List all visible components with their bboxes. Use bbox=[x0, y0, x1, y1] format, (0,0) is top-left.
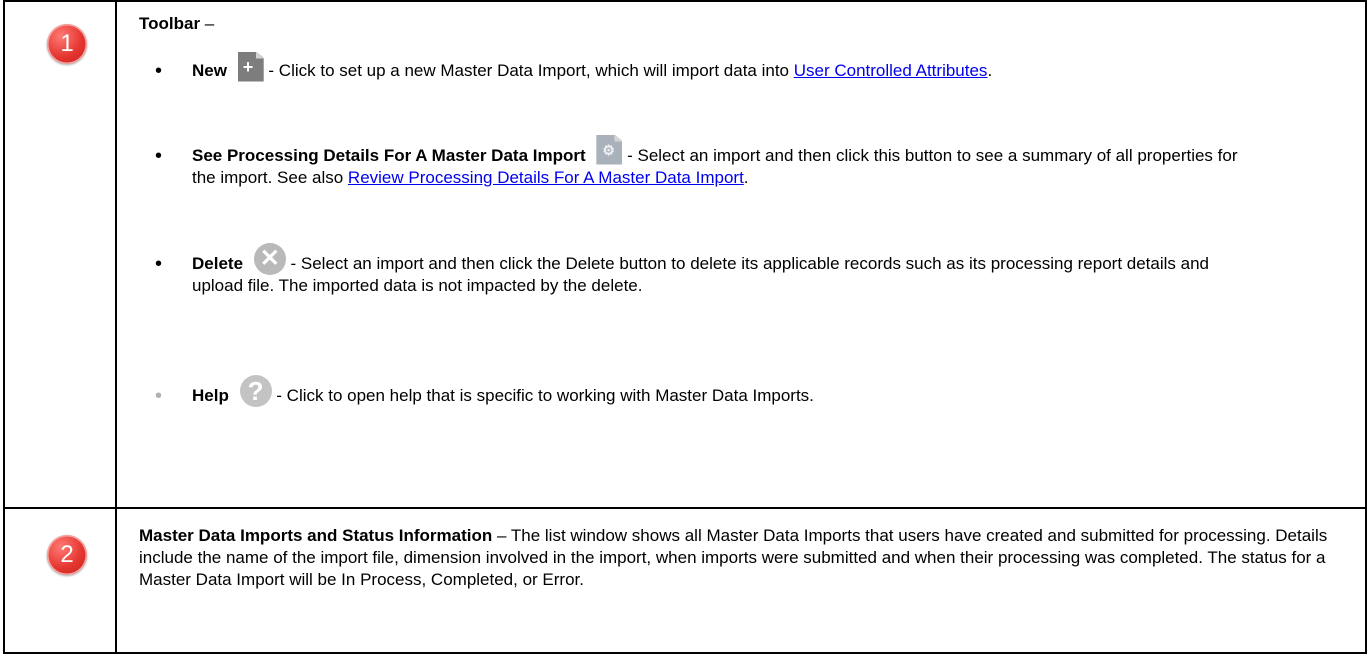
callout-number-2-badge: 2 bbox=[47, 535, 87, 575]
toolbar-items-list: • New + - Click to set up a new Master D… bbox=[139, 51, 1239, 415]
help-icon[interactable]: ? bbox=[239, 374, 272, 407]
item-text-new: - Click to set up a new Master Data Impo… bbox=[263, 61, 794, 80]
item-text-help: - Click to open help that is specific to… bbox=[271, 386, 814, 405]
list-item-delete: • Delete ✕ - Select an import and then c… bbox=[139, 242, 1239, 385]
item-label-new: New bbox=[192, 61, 227, 80]
toolbar-heading: Toolbar – bbox=[139, 14, 214, 34]
item-label-delete: Delete bbox=[192, 254, 244, 273]
bullet-icon: • bbox=[155, 253, 163, 275]
item-label-help: Help bbox=[192, 386, 229, 405]
list-item-help: • Help ? - Click to open help that is sp… bbox=[139, 374, 1239, 415]
bullet-icon: • bbox=[155, 60, 163, 82]
user-controlled-attributes-link[interactable]: User Controlled Attributes bbox=[794, 61, 988, 80]
bullet-icon: • bbox=[155, 145, 163, 167]
item-label-processing-details: See Processing Details For A Master Data… bbox=[192, 146, 586, 165]
list-item-processing-details: • See Processing Details For A Master Da… bbox=[139, 134, 1239, 253]
item-after-new: . bbox=[987, 61, 993, 80]
item-after-processing-details: . bbox=[743, 168, 749, 187]
number-cell-1 bbox=[3, 0, 117, 509]
review-processing-details-link[interactable]: Review Processing Details For A Master D… bbox=[348, 168, 744, 187]
list-item-new: • New + - Click to set up a new Master D… bbox=[139, 51, 1239, 145]
toolbar-heading-label: Toolbar bbox=[139, 14, 201, 33]
bullet-icon: • bbox=[155, 385, 163, 407]
toolbar-heading-dash: – bbox=[200, 14, 215, 33]
delete-icon[interactable]: ✕ bbox=[253, 242, 286, 275]
item-text-delete: - Select an import and then click the De… bbox=[192, 254, 1209, 295]
master-data-imports-description: Master Data Imports and Status Informati… bbox=[139, 525, 1329, 591]
processing-details-icon[interactable]: ⚙ bbox=[596, 134, 623, 165]
number-cell-2 bbox=[3, 507, 117, 654]
new-document-icon[interactable]: + bbox=[237, 51, 264, 82]
callout-number-1-badge: 1 bbox=[47, 24, 87, 64]
master-data-imports-heading: Master Data Imports and Status Informati… bbox=[139, 526, 493, 545]
